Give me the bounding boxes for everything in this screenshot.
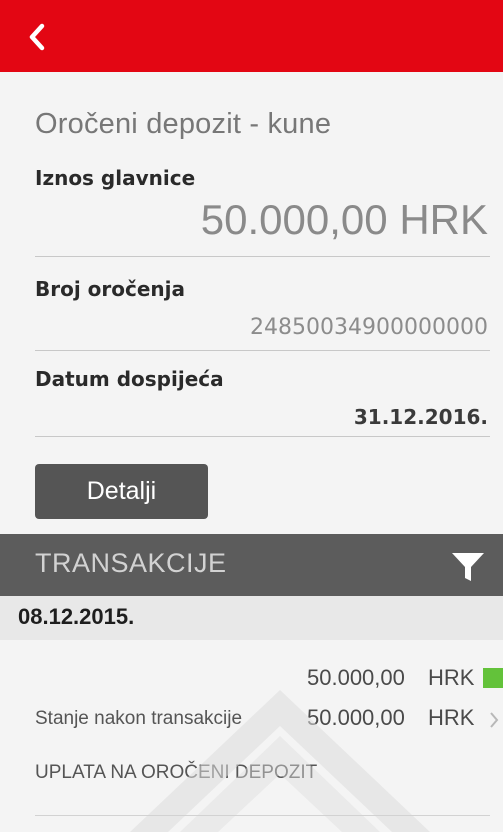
status-indicator <box>483 668 503 688</box>
divider <box>35 350 490 351</box>
divider <box>35 256 490 257</box>
balance-currency: HRK <box>428 705 475 730</box>
due-date-label: Datum dospijeća <box>35 367 224 391</box>
term-number-value: 24850034900000000 <box>250 315 488 340</box>
chevron-left-icon <box>29 23 45 51</box>
filter-button[interactable] <box>450 550 486 584</box>
principal-value: 50.000,00 HRK <box>200 196 488 243</box>
term-number-label: Broj oročenja <box>35 277 186 301</box>
chevron-right-icon <box>490 712 499 728</box>
top-bar <box>0 0 503 72</box>
transaction-amount: 50.000,00 <box>307 665 405 690</box>
transaction-date: 08.12.2015. <box>18 604 135 629</box>
transactions-header-label: TRANSAKCIJE <box>35 548 227 578</box>
principal-label: Iznos glavnice <box>35 166 196 190</box>
account-title: Oročeni depozit - kune <box>35 108 332 140</box>
watermark-logo <box>130 690 430 832</box>
divider <box>35 815 490 816</box>
filter-icon <box>452 553 484 581</box>
divider <box>35 436 490 437</box>
transaction-currency: HRK <box>428 665 475 690</box>
back-button[interactable] <box>22 22 52 52</box>
due-date-value: 31.12.2016. <box>353 405 488 429</box>
details-button[interactable]: Detalji <box>35 464 208 519</box>
